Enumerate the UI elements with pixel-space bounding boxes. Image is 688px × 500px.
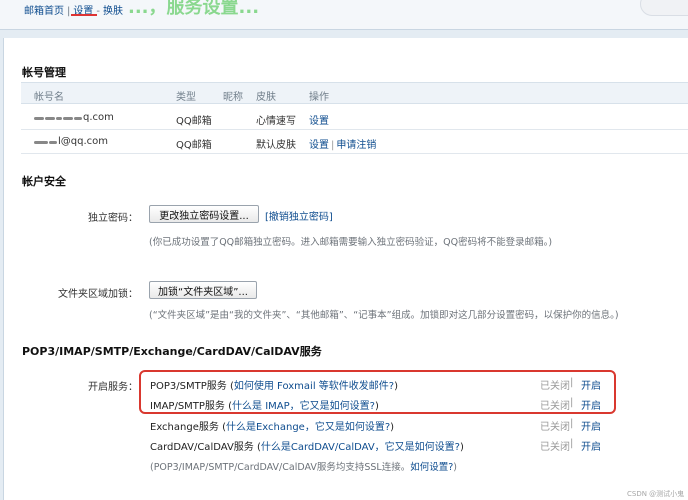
account-row-1-email: q.com — [34, 112, 114, 123]
header-skin: 皮肤 — [256, 92, 276, 103]
overlay-corner-shape — [640, 0, 688, 16]
pop3-state: 已关闭 — [540, 381, 570, 392]
imap-state: 已关闭 — [540, 401, 570, 412]
row-divider — [21, 153, 688, 154]
exchange-help-link[interactable]: 什么是Exchange，它又是如何设置? — [226, 422, 390, 433]
account-row-1-skin: 心情速写 — [256, 116, 296, 127]
account-table-header — [21, 82, 688, 104]
carddav-state: 已关闭 — [540, 442, 570, 453]
carddav-enable-link[interactable]: 开启 — [581, 438, 601, 453]
folder-lock-label: 文件夹区域加锁： — [58, 289, 138, 300]
service-imap-smtp: IMAP/SMTP服务 (什么是 IMAP，它又是如何设置?) — [150, 401, 379, 412]
account-row-1-settings-link[interactable]: 设置 — [309, 112, 329, 127]
pop3-help-link[interactable]: 如何使用 Foxmail 等软件收发邮件? — [234, 381, 394, 392]
state-separator: | — [570, 418, 574, 429]
account-row-2-email: l@qq.com — [34, 136, 108, 147]
watermark-text: CSDN @测试小鬼 — [627, 490, 685, 498]
state-separator: | — [570, 438, 574, 449]
row-divider — [21, 129, 688, 130]
overlay-banner-text: ...，服务设置... — [128, 0, 260, 18]
account-row-2-settings-link[interactable]: 设置 — [309, 140, 329, 151]
lock-folder-button[interactable]: 加锁“文件夹区域”... — [149, 281, 257, 299]
account-row-2-skin: 默认皮肤 — [256, 140, 296, 151]
action-separator: | — [331, 140, 335, 151]
header-account-name: 帐号名 — [34, 92, 64, 103]
imap-enable-link[interactable]: 开启 — [581, 397, 601, 412]
services-title: POP3/IMAP/SMTP/Exchange/CardDAV/CalDAV服务 — [22, 345, 322, 358]
account-row-1-type: QQ邮箱 — [176, 116, 212, 127]
service-exchange: Exchange服务 (什么是Exchange，它又是如何设置?) — [150, 422, 395, 433]
carddav-help-link[interactable]: 什么是CardDAV/CalDAV，它又是如何设置? — [261, 442, 460, 453]
change-password-button[interactable]: 更改独立密码设置... — [149, 205, 259, 223]
account-row-2-type: QQ邮箱 — [176, 140, 212, 151]
imap-help-link[interactable]: 什么是 IMAP，它又是如何设置? — [232, 401, 375, 412]
exchange-enable-link[interactable]: 开启 — [581, 418, 601, 433]
account-management-title: 帐号管理 — [22, 66, 66, 79]
ssl-help-link[interactable]: 如何设置? — [410, 462, 453, 473]
state-separator: | — [570, 377, 574, 388]
header-action: 操作 — [309, 92, 329, 103]
header-type: 类型 — [176, 92, 196, 103]
nav-home-link[interactable]: 邮箱首页 — [24, 2, 64, 17]
settings-active-underline — [71, 14, 97, 16]
folder-help-text: (“文件夹区域”是由“我的文件夹”、“其他邮箱”、“记事本”组成。加锁即对这几部… — [149, 310, 619, 321]
exchange-state: 已关闭 — [540, 422, 570, 433]
pop3-enable-link[interactable]: 开启 — [581, 377, 601, 392]
account-row-2-cancel-link[interactable]: 申请注销 — [336, 140, 376, 151]
account-security-title: 帐户安全 — [22, 175, 66, 188]
revoke-password-link[interactable]: [撤销独立密码] — [265, 208, 333, 223]
enable-services-label: 开启服务： — [88, 382, 138, 393]
service-pop3-smtp: POP3/SMTP服务 (如何使用 Foxmail 等软件收发邮件?) — [150, 381, 398, 392]
ssl-support-note: (POP3/IMAP/SMTP/CardDAV/CalDAV服务均支持SSL连接… — [150, 462, 457, 473]
password-help-text: (你已成功设置了QQ邮箱独立密码。进入邮箱需要输入独立密码验证，QQ密码将不能登… — [149, 237, 553, 248]
independent-password-label: 独立密码： — [88, 213, 138, 224]
nav-skin-link[interactable]: 换肤 — [103, 2, 123, 17]
header-nickname: 昵称 — [223, 92, 243, 103]
account-row-2-actions: 设置 | 申请注销 — [309, 136, 376, 151]
nav-separator: | — [67, 6, 71, 17]
state-separator: | — [570, 397, 574, 408]
service-carddav-caldav: CardDAV/CalDAV服务 (什么是CardDAV/CalDAV，它又是如… — [150, 442, 464, 453]
